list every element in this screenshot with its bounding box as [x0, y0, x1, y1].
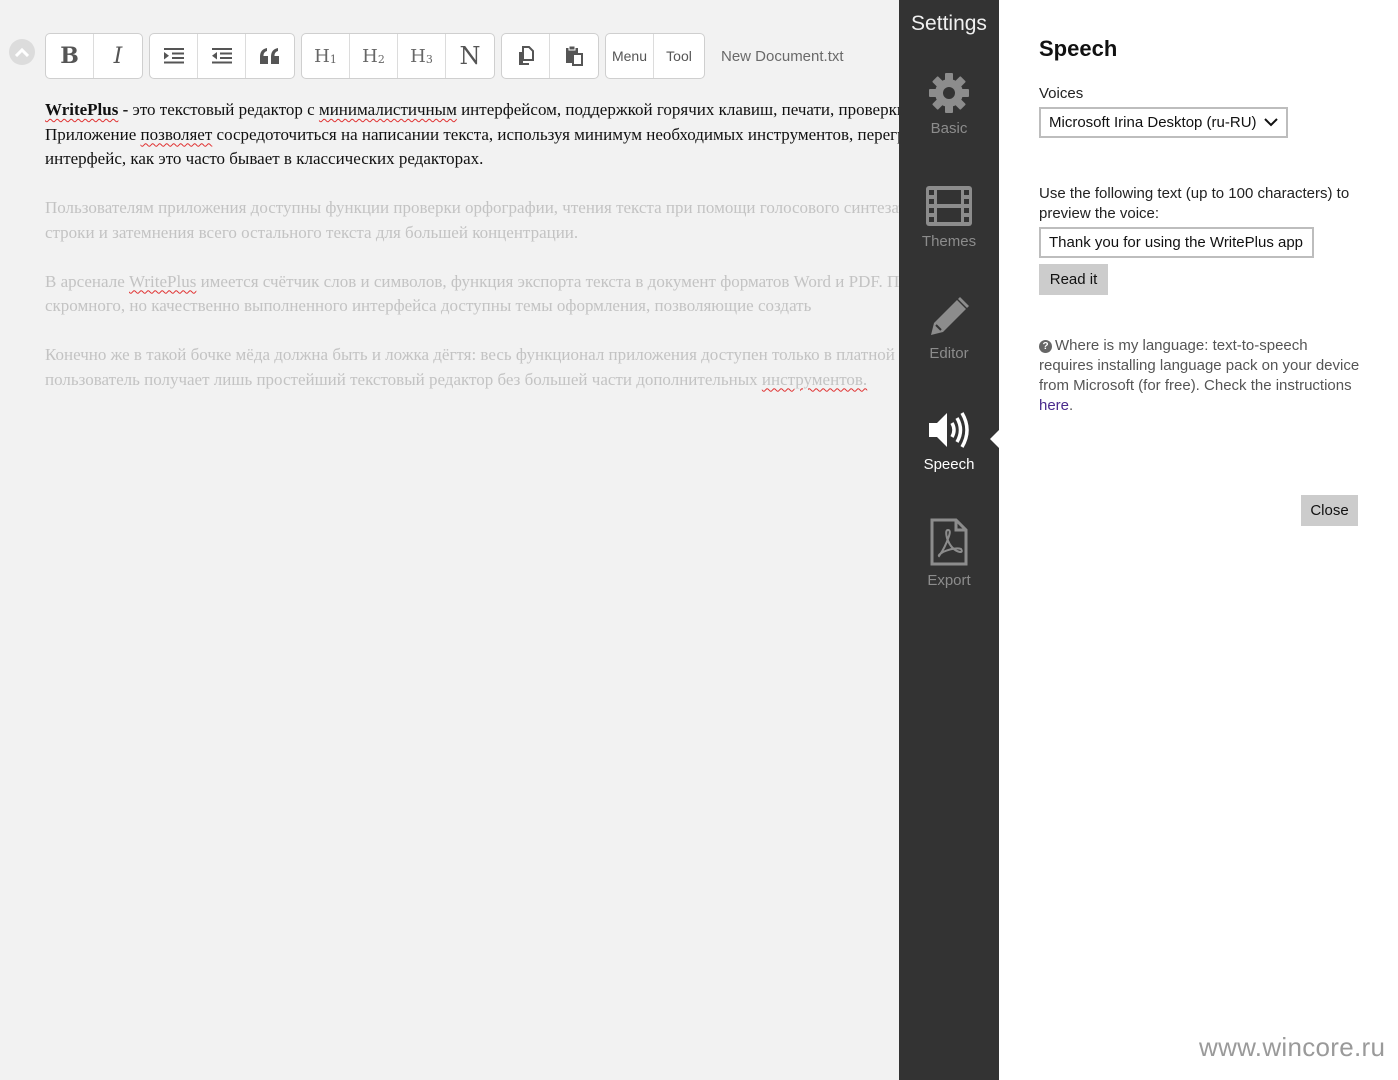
text-run: интерфейс, как это часто бывает в класси…	[45, 149, 484, 168]
nav-item-basic[interactable]: Basic	[899, 72, 999, 162]
outdent-button[interactable]	[198, 34, 246, 78]
text-style-group: B I	[45, 33, 143, 79]
paragraph-3: В арсенале WritePlus имеется счётчик сло…	[45, 270, 899, 319]
read-it-button[interactable]: Read it	[1039, 264, 1108, 295]
heading-group: H1 H2 H3 N	[301, 33, 495, 79]
scroll-up-button[interactable]	[9, 39, 35, 65]
h1-label: H1	[314, 46, 337, 67]
h2-sub: 2	[377, 52, 385, 66]
chevron-up-icon	[15, 47, 29, 57]
quote-button[interactable]	[246, 34, 294, 78]
settings-sidebar: Settings Basic Themes Editor Speech Expo…	[899, 0, 999, 1080]
text-run: Приложение	[45, 124, 141, 144]
document-name: New Document.txt	[721, 47, 844, 65]
nav-item-editor[interactable]: Editor	[899, 295, 999, 385]
h3-button[interactable]: H3	[398, 34, 446, 78]
h2-letter: H	[362, 45, 378, 67]
preview-label: Use the following text (up to 100 charac…	[1039, 185, 1350, 222]
indent-button[interactable]	[150, 34, 198, 78]
h3-letter: H	[410, 45, 426, 67]
normal-text-button[interactable]: N	[446, 34, 494, 78]
help-text: Where is my language: text-to-speech req…	[1039, 337, 1360, 394]
outdent-icon	[211, 48, 232, 64]
voices-label: Voices	[1039, 85, 1084, 102]
h1-sub: 1	[329, 52, 337, 66]
h3-sub: 3	[425, 52, 433, 66]
paragraph-4: Конечно же в такой бочке мёда должна быт…	[45, 343, 899, 392]
h2-label: H2	[362, 46, 385, 67]
preview-text-input[interactable]	[1039, 227, 1314, 258]
text-run: сосредоточиться на написании текста, исп…	[216, 124, 899, 144]
question-icon: ?	[1039, 340, 1052, 353]
nav-label-basic: Basic	[930, 120, 968, 137]
bold-button[interactable]: B	[46, 34, 94, 78]
settings-title: Settings	[911, 12, 987, 35]
text-run: пользователь получает лишь простейший те…	[45, 369, 762, 389]
editor-area: B I H1 H2 H3 N Menu Tool New Document.tx…	[0, 0, 899, 1080]
tool-button[interactable]: Tool	[654, 34, 704, 78]
text-run: это текстовый редактор с	[132, 100, 319, 119]
help-end: .	[1069, 397, 1074, 414]
text-run: имеется счётчик слов и символов, функция…	[196, 271, 899, 291]
misspelled-word: инструментов.	[761, 369, 868, 389]
italic-button[interactable]: I	[94, 34, 142, 78]
misspelled-word: WritePlus	[129, 271, 197, 291]
h3-label: H3	[410, 46, 433, 67]
nav-label-speech: Speech	[923, 456, 975, 473]
quote-icon	[260, 48, 279, 64]
formatting-toolbar: B I H1 H2 H3 N Menu Tool New Document.tx…	[45, 33, 844, 79]
copy-icon	[518, 46, 534, 65]
menu-button[interactable]: Menu	[606, 34, 654, 78]
voices-select[interactable]: Microsoft Irina Desktop (ru-RU)	[1039, 107, 1288, 138]
nav-label-themes: Themes	[921, 233, 977, 250]
dash: -	[118, 100, 133, 119]
film-icon	[926, 186, 972, 226]
gear-icon	[929, 73, 969, 113]
text-run: строки и затемнения всего остального тек…	[45, 222, 579, 242]
nav-label-editor: Editor	[929, 345, 969, 362]
app-name: WritePlus	[45, 100, 119, 119]
document-text[interactable]: WritePlus - это текстовый редактор с мин…	[45, 98, 899, 417]
speech-settings-panel: Speech Voices Microsoft Irina Desktop (r…	[999, 0, 1398, 1080]
paragraph-group	[149, 33, 295, 79]
text-run: интерфейсом, поддержкой горячих клавиш, …	[461, 100, 899, 119]
misspelled-word: минималистичным	[318, 100, 457, 119]
paragraph-1: WritePlus - это текстовый редактор с мин…	[45, 98, 899, 172]
nav-item-export[interactable]: Export	[899, 518, 999, 608]
chevron-down-icon	[1264, 118, 1278, 127]
h1-button[interactable]: H1	[302, 34, 350, 78]
language-help: ? Where is my language: text-to-speech re…	[1039, 336, 1361, 416]
copy-button[interactable]	[502, 34, 550, 78]
paragraph-2: Пользователям приложения доступны функци…	[45, 196, 899, 245]
pdf-icon	[930, 518, 968, 566]
nav-item-speech[interactable]: Speech	[899, 410, 999, 500]
h2-button[interactable]: H2	[350, 34, 398, 78]
active-pointer	[990, 430, 999, 448]
text-run: Конечно же в такой бочке мёда должна быт…	[45, 345, 899, 364]
menu-group: Menu Tool	[605, 33, 705, 79]
text-run: скромного, но качественно выполненного и…	[45, 296, 812, 315]
pencil-icon	[931, 297, 969, 335]
paste-button[interactable]	[550, 34, 598, 78]
instructions-link[interactable]: here	[1039, 397, 1069, 414]
clipboard-group	[501, 33, 599, 79]
indent-icon	[163, 48, 184, 64]
nav-item-themes[interactable]: Themes	[899, 185, 999, 275]
watermark: www.wincore.ru	[1199, 1032, 1386, 1062]
h1-letter: H	[314, 45, 330, 67]
text-run: Пользователям приложения доступны функци…	[45, 198, 899, 217]
speaker-icon	[929, 412, 969, 448]
panel-title: Speech	[1039, 36, 1118, 61]
paste-icon	[566, 46, 583, 66]
nav-label-export: Export	[927, 572, 971, 589]
voices-selected-value: Microsoft Irina Desktop (ru-RU)	[1049, 114, 1257, 131]
misspelled-word: позволяет	[140, 124, 213, 144]
close-button[interactable]: Close	[1301, 495, 1358, 526]
text-run: В арсенале	[45, 271, 130, 291]
